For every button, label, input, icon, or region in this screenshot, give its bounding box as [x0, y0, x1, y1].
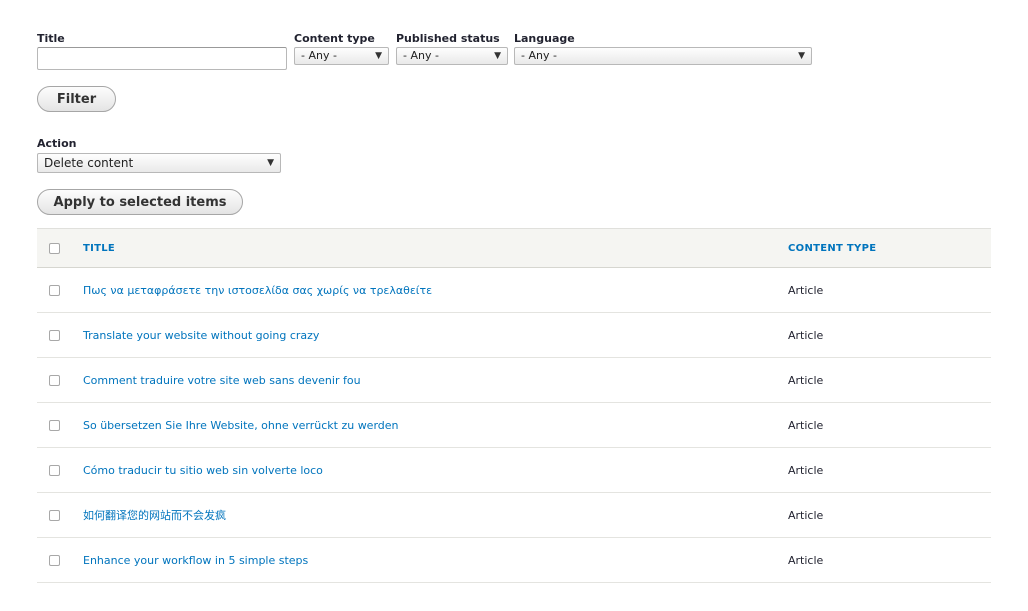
content-type-cell: Article — [788, 463, 824, 477]
content-type-column-header[interactable]: CONTENT TYPE — [788, 243, 876, 254]
row-checkbox[interactable] — [49, 554, 60, 566]
table-row: Πως να μεταφράσετε την ιστοσελίδα σας χω… — [37, 268, 991, 313]
row-checkbox[interactable] — [49, 464, 60, 476]
language-select[interactable]: - Any - ▼ — [514, 47, 812, 65]
language-filter-label: Language — [514, 32, 575, 45]
row-checkbox[interactable] — [49, 329, 60, 341]
title-filter: Title — [37, 32, 287, 70]
content-table: TITLE CONTENT TYPE Πως να μεταφράσετε τη… — [37, 228, 991, 583]
title-column-header[interactable]: TITLE — [83, 243, 788, 254]
table-row: Translate your website without going cra… — [37, 313, 991, 358]
action-select[interactable]: Delete content ▼ — [37, 153, 281, 173]
filter-button[interactable]: Filter — [37, 86, 116, 112]
action-select-value: Delete content — [44, 156, 134, 170]
content-title-link[interactable]: Translate your website without going cra… — [83, 329, 319, 342]
content-admin-page: Title Content type - Any - ▼ Published s… — [0, 0, 1028, 611]
chevron-down-icon: ▼ — [375, 51, 382, 61]
content-type-cell: Article — [788, 418, 824, 432]
content-type-select[interactable]: - Any - ▼ — [294, 47, 389, 65]
language-select-value: - Any - — [521, 49, 557, 62]
content-type-cell: Article — [788, 283, 824, 297]
content-title-link[interactable]: So übersetzen Sie Ihre Website, ohne ver… — [83, 419, 399, 432]
published-status-select[interactable]: - Any - ▼ — [396, 47, 508, 65]
content-type-select-value: - Any - — [301, 49, 337, 62]
content-title-link[interactable]: Πως να μεταφράσετε την ιστοσελίδα σας χω… — [83, 284, 432, 297]
apply-to-selected-button[interactable]: Apply to selected items — [37, 189, 243, 215]
published-status-filter-label: Published status — [396, 32, 500, 45]
table-row: So übersetzen Sie Ihre Website, ohne ver… — [37, 403, 991, 448]
row-checkbox[interactable] — [49, 509, 60, 521]
content-title-link[interactable]: Enhance your workflow in 5 simple steps — [83, 554, 308, 567]
title-filter-input[interactable] — [37, 47, 287, 70]
content-title-link[interactable]: Cómo traducir tu sitio web sin volverte … — [83, 464, 323, 477]
title-filter-label: Title — [37, 32, 65, 45]
chevron-down-icon: ▼ — [267, 158, 274, 168]
row-checkbox[interactable] — [49, 419, 60, 431]
row-checkbox[interactable] — [49, 374, 60, 386]
row-checkbox[interactable] — [49, 284, 60, 296]
chevron-down-icon: ▼ — [798, 51, 805, 61]
select-all-checkbox[interactable] — [49, 242, 60, 254]
table-row: Comment traduire votre site web sans dev… — [37, 358, 991, 403]
content-type-cell: Article — [788, 373, 824, 387]
table-row: 如何翻译您的网站而不会发疯 Article — [37, 493, 991, 538]
table-row: Enhance your workflow in 5 simple steps … — [37, 538, 991, 583]
language-filter: Language - Any - ▼ — [514, 32, 812, 65]
table-row: Cómo traducir tu sitio web sin volverte … — [37, 448, 991, 493]
content-title-link[interactable]: Comment traduire votre site web sans dev… — [83, 374, 361, 387]
published-status-select-value: - Any - — [403, 49, 439, 62]
content-type-cell: Article — [788, 553, 824, 567]
action-label: Action — [37, 137, 77, 150]
content-type-cell: Article — [788, 328, 824, 342]
content-type-filter-label: Content type — [294, 32, 375, 45]
filter-bar: Title Content type - Any - ▼ Published s… — [37, 32, 812, 70]
table-header: TITLE CONTENT TYPE — [37, 228, 991, 268]
published-status-filter: Published status - Any - ▼ — [396, 32, 508, 65]
content-type-cell: Article — [788, 508, 824, 522]
chevron-down-icon: ▼ — [494, 51, 501, 61]
content-type-filter: Content type - Any - ▼ — [294, 32, 389, 65]
content-title-link[interactable]: 如何翻译您的网站而不会发疯 — [83, 509, 226, 522]
